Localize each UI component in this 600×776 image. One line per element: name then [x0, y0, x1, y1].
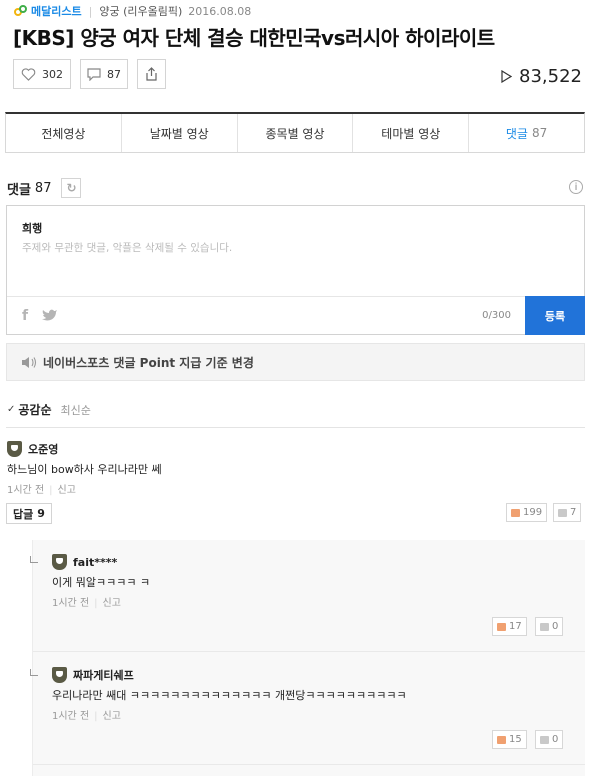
- reply-author[interactable]: fait****: [73, 556, 117, 569]
- view-count-display: 83,522: [501, 66, 582, 87]
- thumbs-up-icon: [497, 735, 506, 744]
- thumbs-up-icon: [511, 508, 520, 517]
- tab-by-date[interactable]: 날짜별 영상: [122, 114, 238, 152]
- reply-time: 1시간 전: [52, 598, 90, 609]
- comments-heading-label: 댓글: [7, 182, 31, 198]
- separator: |: [88, 4, 93, 18]
- chevron-down-icon: ✓: [7, 404, 16, 415]
- user-badge-icon: [7, 441, 22, 457]
- like-vote-button[interactable]: 17: [492, 617, 527, 636]
- breadcrumb: 메달리스트 | 양궁 (리우올림픽) 2016.08.08: [14, 4, 251, 18]
- publish-date: 2016.08.08: [188, 4, 252, 18]
- tab-comments[interactable]: 댓글 87: [469, 114, 584, 152]
- tab-all-videos[interactable]: 전체영상: [6, 114, 122, 152]
- reply-arrow-icon: [30, 669, 38, 676]
- user-badge-icon: [52, 667, 67, 683]
- user-badge-icon: [52, 554, 67, 570]
- notice-text: 네이버스포츠 댓글 Point 지급 기준 변경: [43, 355, 254, 370]
- reply-count: 9: [37, 507, 45, 520]
- comment-item: 오준영 하느님이 bow하사 우리나라만 쎄 1시간 전 | 신고: [7, 441, 162, 496]
- medal-logo-icon: [14, 5, 28, 17]
- compose-footer: f 0/300 등록: [7, 296, 585, 335]
- sort-by-latest[interactable]: 최신순: [61, 402, 91, 418]
- like-count: 302: [42, 67, 63, 81]
- comment-compose-box: 희행 주제와 무관한 댓글, 악플은 삭제될 수 있습니다. f 0/300 등…: [6, 205, 585, 335]
- thumbs-up-icon: [497, 622, 506, 631]
- character-counter: 0/300: [482, 310, 511, 321]
- report-link[interactable]: 신고: [58, 485, 76, 496]
- play-icon: [501, 70, 513, 83]
- speaker-icon: [22, 356, 37, 368]
- like-vote-button[interactable]: 199: [506, 503, 548, 522]
- sort-options: ✓ 공감순 최신순: [7, 401, 91, 418]
- report-link[interactable]: 신고: [103, 711, 121, 722]
- view-count: 83,522: [519, 66, 582, 87]
- speech-bubble-icon: [87, 67, 101, 81]
- category-label[interactable]: 양궁 (리우올림픽): [99, 3, 182, 19]
- comment-author[interactable]: 오준영: [28, 441, 58, 457]
- thumbs-down-icon: [540, 622, 549, 631]
- thumbs-down-icon: [540, 735, 549, 744]
- submit-comment-button[interactable]: 등록: [525, 296, 585, 335]
- comment-text: 하느님이 bow하사 우리나라만 쎄: [7, 463, 162, 476]
- heart-icon: [21, 67, 36, 81]
- info-icon[interactable]: i: [569, 180, 583, 194]
- refresh-icon: ↻: [66, 181, 77, 195]
- divider: [6, 427, 585, 428]
- refresh-button[interactable]: ↻: [61, 178, 82, 198]
- tab-by-theme[interactable]: 테마별 영상: [353, 114, 470, 152]
- reply-arrow-icon: [30, 556, 38, 563]
- comment-time: 1시간 전: [7, 485, 45, 496]
- share-icon: [146, 67, 157, 81]
- report-link[interactable]: 신고: [103, 598, 121, 609]
- comment-count: 87: [107, 67, 121, 81]
- reply-label: 답글: [13, 507, 34, 521]
- like-vote-button[interactable]: 15: [492, 730, 527, 749]
- comments-heading-count: 87: [34, 180, 52, 196]
- tab-by-sport[interactable]: 종목별 영상: [238, 114, 354, 152]
- comments-heading: 댓글 87 ↻: [7, 178, 82, 198]
- brand-link[interactable]: 메달리스트: [14, 3, 82, 19]
- divider: [33, 651, 585, 652]
- comment-count-button[interactable]: 87: [80, 59, 128, 89]
- twitter-share-icon[interactable]: [42, 308, 58, 321]
- dislike-vote-button[interactable]: 0: [535, 730, 564, 749]
- facebook-share-icon[interactable]: f: [22, 308, 28, 324]
- video-tabs: 전체영상 날짜별 영상 종목별 영상 테마별 영상 댓글 87: [5, 112, 585, 153]
- notice-banner[interactable]: 네이버스포츠 댓글 Point 지급 기준 변경: [6, 343, 585, 381]
- reply-text: 우리나라만 쌔대 ㅋㅋㅋㅋㅋㅋㅋㅋㅋㅋㅋㅋㅋㅋ 개쩐당ㅋㅋㅋㅋㅋㅋㅋㅋㅋㅋ: [52, 689, 407, 702]
- replies-toggle-button[interactable]: 답글 9: [6, 503, 52, 524]
- divider: [33, 764, 585, 765]
- page-title: [KBS] 양궁 여자 단체 결승 대한민국vs러시아 하이라이트: [13, 26, 495, 50]
- reply-text: 이게 뭐알ㅋㅋㅋㅋ ㅋ: [52, 576, 151, 589]
- reply-time: 1시간 전: [52, 711, 90, 722]
- dislike-vote-button[interactable]: 7: [553, 503, 582, 522]
- share-button[interactable]: [137, 59, 166, 89]
- reply-item: 짜파게티쉐프 우리나라만 쌔대 ㅋㅋㅋㅋㅋㅋㅋㅋㅋㅋㅋㅋㅋㅋ 개쩐당ㅋㅋㅋㅋㅋㅋ…: [52, 667, 407, 722]
- brand-label: 메달리스트: [31, 5, 82, 18]
- compose-username: 희행: [22, 222, 43, 235]
- dislike-vote-button[interactable]: 0: [535, 617, 564, 636]
- thumbs-down-icon: [558, 508, 567, 517]
- reply-item: fait**** 이게 뭐알ㅋㅋㅋㅋ ㅋ 1시간 전 | 신고: [52, 554, 151, 609]
- sort-by-likes[interactable]: 공감순: [18, 401, 51, 418]
- like-button[interactable]: 302: [13, 59, 71, 89]
- reply-author[interactable]: 짜파게티쉐프: [73, 667, 134, 683]
- tab-comment-count: 87: [531, 126, 548, 140]
- comment-input[interactable]: 주제와 무관한 댓글, 악플은 삭제될 수 있습니다.: [22, 240, 232, 255]
